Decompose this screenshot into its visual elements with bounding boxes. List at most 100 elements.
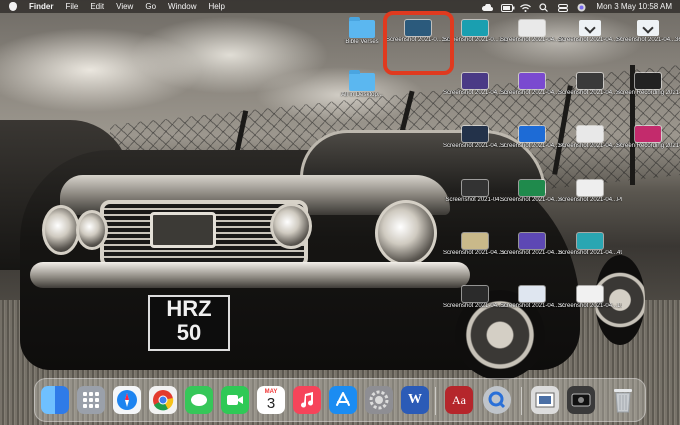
license-plate-line1: HRZ [166,296,212,321]
battery-icon[interactable] [501,3,515,12]
safari-icon[interactable] [113,386,141,414]
desktop-screenshot[interactable]: Screenshot 2021-04...4.34 PM [500,180,564,204]
calendar-icon[interactable]: MAY 3 [257,386,285,414]
desktop-screenshot[interactable]: Screenshot 2021-04...3 PM [443,126,507,150]
control-center-icon[interactable] [558,3,569,12]
desktop-screenshot[interactable]: Screenshot 2021-04...PM [558,20,622,44]
desktop-icon-label: Screenshot 2021-04...7.40 PM [500,90,564,96]
screenshot-thumbnail-icon [519,20,545,36]
screenshot-thumbnail-icon [637,20,659,36]
screenshot-thumbnail-icon [462,180,488,196]
menu-go[interactable]: Go [145,0,156,13]
desktop-wallpaper: HRZ 50 [0,0,680,425]
desktop-icon-label: Screenshot 2021-04...3 PM [443,143,507,149]
desktop-folder[interactable]: All in Desktop... [330,70,394,99]
menu-clock[interactable]: Mon 3 May 10:58 AM [596,0,672,13]
screenshot-thumbnail-icon [519,126,545,142]
desktop-icon-label: Screenshot 2021-04...5.53 PM [443,250,507,256]
desktop-icon-label: Screenshot 2021-04...27 PM [500,37,564,43]
screenshot-thumbnail-icon [519,233,545,249]
menu-window[interactable]: Window [168,0,196,13]
menu-help[interactable]: Help [208,0,224,13]
highlight-annotation [383,11,454,75]
desktop-screenshot[interactable]: Screenshot 2021-04... [443,180,507,204]
screenshot-thumbnail-icon [577,286,603,302]
screenshot-thumbnail-icon [462,73,488,89]
desktop-icon-label: Screenshot 2021-04...10.46 PM [500,303,564,309]
desktop-screenshot[interactable]: Screenshot 2021-04...PM [558,180,622,204]
menu-file[interactable]: File [65,0,78,13]
screenshot-thumbnail-icon [462,126,488,142]
dock: MAY 3 W Aa [34,378,646,422]
desktop-icon-label: Screenshot 2021-04...PM [558,143,622,149]
license-plate-line2: 50 [176,320,202,345]
desktop-screenshot[interactable]: Screenshot 2021-04...7.40 PM [500,73,564,97]
desktop-screenshot[interactable]: Screenshot 2021-04...1.07 PM [558,286,622,310]
wallpaper-mustang-emblem [150,212,216,248]
desktop-screenshot[interactable]: Screenshot 2021-04...27 PM [500,20,564,44]
menu-app-name[interactable]: Finder [29,0,53,13]
spotlight-search-icon[interactable] [539,2,549,12]
trash-icon[interactable] [609,386,637,414]
desktop-screenshot[interactable]: Screenshot 2021-04...36 PM [616,20,680,44]
desktop-icon-label: Screenshot 2021-04...36 PM [616,37,680,43]
wallpaper-headlight [42,205,80,255]
wallpaper-headlight [270,203,312,249]
screenshot-app-icon[interactable] [567,386,595,414]
screenshot-thumbnail-icon [519,180,545,196]
desktop-icon-label: Screenshot 2021-04...PM [500,143,564,149]
desktop-screenshot[interactable]: Screenshot 2021-04...PM [500,126,564,150]
menu-bar: Finder File Edit View Go Window Help Mon… [0,0,680,13]
menu-edit[interactable]: Edit [90,0,104,13]
app-store-icon[interactable] [329,386,357,414]
desktop-screenshot[interactable]: Screenshot 2021-04...PM [558,126,622,150]
dock-separator [435,387,436,415]
chrome-icon[interactable] [149,386,177,414]
desktop-screenshot[interactable]: Screenshot 2021-04...49 PM [558,233,622,257]
menu-view[interactable]: View [116,0,133,13]
desktop-icon-label: Screenshot 2021-04...3.09 PM [443,303,507,309]
folder-icon [349,70,375,91]
desktop-screenshot[interactable]: Screenshot 2021-04...6.37 PM [500,233,564,257]
screenshot-thumbnail-icon [577,233,603,249]
wifi-icon[interactable] [520,3,532,12]
siri-icon[interactable] [577,3,587,11]
video-thumbnail-icon [635,126,661,142]
desktop-screen-recording[interactable]: Screen Recording 2021-04... [616,126,680,150]
preview-icon[interactable] [531,386,559,414]
desktop-icon-label: Screen Recording 2021-04... [616,143,680,149]
desktop-screenshot[interactable]: Screenshot 2021-04...5.53 PM [443,233,507,257]
desktop-icon-label: Screenshot 2021-04...PM [558,197,622,203]
desktop-icon-label: Screen Recording 2021-04... [616,90,680,96]
desktop-icon-label: Screenshot 2021-04...4.34 PM [500,197,564,203]
video-thumbnail-icon [635,73,661,89]
launchpad-icon[interactable] [77,386,105,414]
messages-icon[interactable] [185,386,213,414]
desktop-icon-label: Screenshot 2021-04... [445,197,505,203]
screenshot-thumbnail-icon [579,20,601,36]
wallpaper-headlight [375,200,437,266]
wallpaper-bumper [30,262,470,288]
system-preferences-icon[interactable] [365,386,393,414]
desktop-screenshot[interactable]: Screenshot 2021-04...42 PM [558,73,622,97]
desktop-icon-label: Screenshot 2021-04...1.07 PM [558,303,622,309]
screenshot-thumbnail-icon [519,286,545,302]
facetime-icon[interactable] [221,386,249,414]
apple-menu-icon[interactable] [9,2,17,11]
desktop-screen-recording[interactable]: Screen Recording 2021-04... [616,73,680,97]
screenshot-thumbnail-icon [462,20,488,36]
desktop-screenshot[interactable]: Screenshot 2021-04...10.46 PM [500,286,564,310]
desktop-screenshot[interactable]: Screenshot 2021-04...28.25 PM [443,73,507,97]
screenshot-thumbnail-icon [462,286,488,302]
word-icon[interactable]: W [401,386,429,414]
music-icon[interactable] [293,386,321,414]
desktop-icon-label: Screenshot 2021-04...49 PM [558,250,622,256]
finder-icon[interactable] [41,386,69,414]
screenshot-thumbnail-icon [577,73,603,89]
wallpaper-headlight [76,210,108,250]
cloud-icon[interactable] [482,2,494,11]
desktop-screenshot[interactable]: Screenshot 2021-04...3.09 PM [443,286,507,310]
quicktime-icon[interactable] [483,386,511,414]
dictionary-icon[interactable]: Aa [445,386,473,414]
screenshot-thumbnail-icon [577,126,603,142]
